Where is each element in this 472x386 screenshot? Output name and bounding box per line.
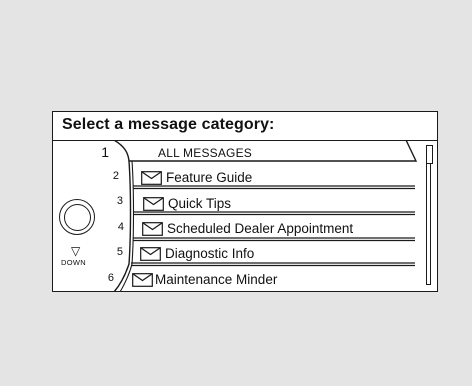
item-number-3: 3 xyxy=(116,195,123,207)
list-item-label: Quick Tips xyxy=(168,196,232,212)
envelope-icon xyxy=(142,222,163,236)
envelope-icon xyxy=(143,197,164,211)
list-item-feature-guide[interactable]: Feature Guide xyxy=(141,168,252,188)
list-item-all-messages[interactable]: ALL MESSAGES xyxy=(158,143,252,163)
down-label: DOWN xyxy=(61,258,86,267)
list-item-label: Feature Guide xyxy=(166,170,253,186)
selector-knob-icon[interactable] xyxy=(59,199,95,235)
scrollbar[interactable] xyxy=(426,145,433,285)
list-item-diagnostic-info[interactable]: Diagnostic Info xyxy=(140,244,254,264)
message-category-screen: Select a message category: 1 2 3 4 5 6 A… xyxy=(52,111,438,292)
item-number-5: 5 xyxy=(116,246,123,258)
screen-heading: Select a message category: xyxy=(62,116,275,133)
list-item-label: ALL MESSAGES xyxy=(158,146,252,160)
scrollbar-thumb[interactable] xyxy=(426,145,433,164)
item-number-4: 4 xyxy=(117,221,124,233)
list-item-maintenance-minder[interactable]: Maintenance Minder xyxy=(132,270,277,290)
item-number-6: 6 xyxy=(107,272,114,284)
envelope-icon xyxy=(132,273,153,287)
list-item-scheduled-dealer-appointment[interactable]: Scheduled Dealer Appointment xyxy=(142,219,353,239)
list-item-label: Diagnostic Info xyxy=(165,246,255,262)
envelope-icon xyxy=(140,247,161,261)
down-arrow-icon: ▽ xyxy=(71,244,81,258)
list-item-label: Maintenance Minder xyxy=(155,272,278,288)
item-number-1: 1 xyxy=(101,144,109,160)
envelope-icon xyxy=(141,171,162,185)
selector-knob-inner xyxy=(63,203,91,231)
item-number-2: 2 xyxy=(112,170,119,182)
list-item-label: Scheduled Dealer Appointment xyxy=(167,221,354,237)
list-item-quick-tips[interactable]: Quick Tips xyxy=(143,194,231,214)
